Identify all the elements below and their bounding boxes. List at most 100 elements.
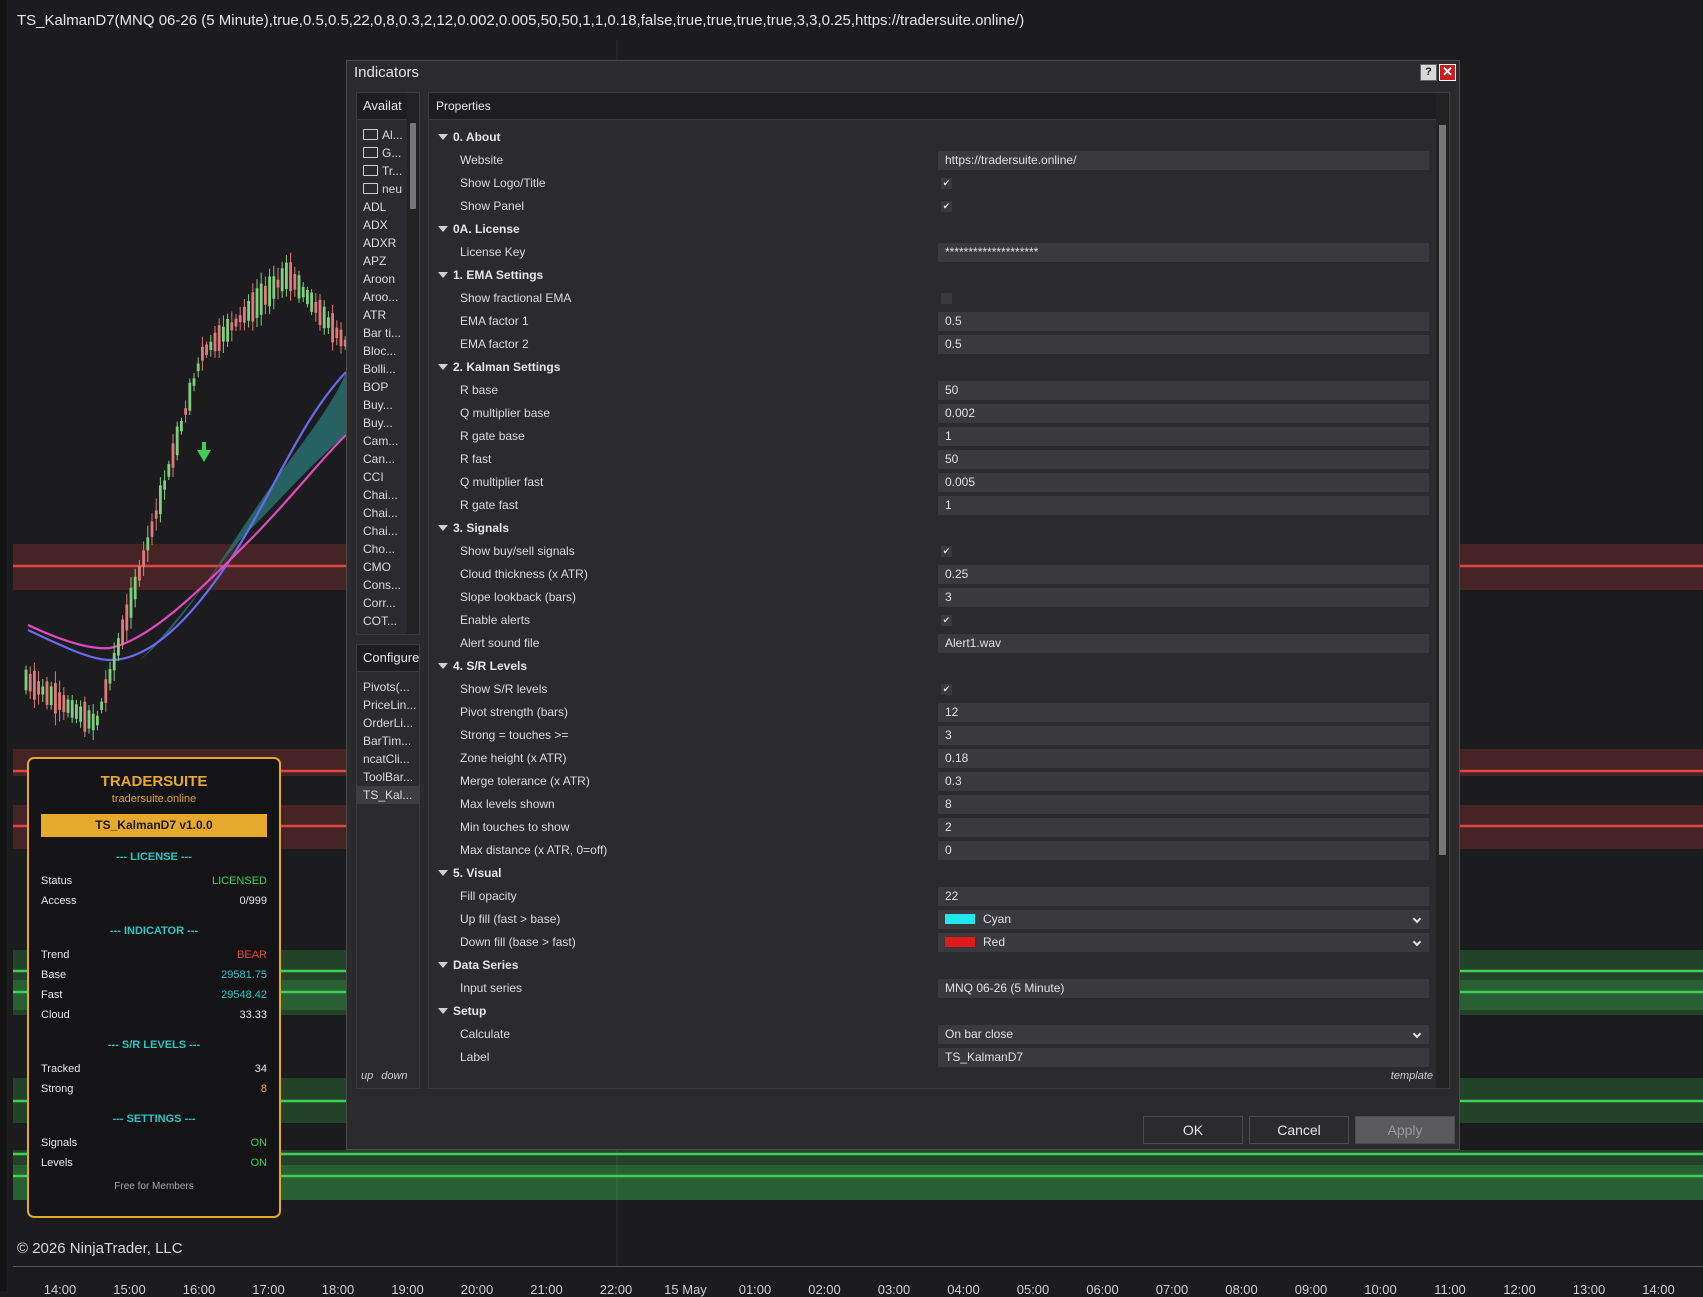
property-checkbox[interactable]: ✔: [941, 178, 952, 189]
move-down-button[interactable]: down: [381, 1070, 407, 1082]
property-input[interactable]: 1: [938, 427, 1429, 446]
available-indicator[interactable]: Bar ti...: [357, 324, 409, 342]
configured-indicator[interactable]: ncatCli...: [357, 750, 419, 768]
available-indicator[interactable]: COT...: [357, 612, 409, 630]
property-input[interactable]: 0.5: [938, 312, 1429, 331]
property-checkbox[interactable]: ✔: [941, 615, 952, 626]
expand-arrow-icon[interactable]: [438, 364, 448, 370]
property-input[interactable]: MNQ 06-26 (5 Minute): [938, 979, 1429, 998]
available-indicator[interactable]: Chai...: [357, 486, 409, 504]
property-dropdown[interactable]: On bar close: [938, 1025, 1429, 1044]
available-indicator[interactable]: Chai...: [357, 504, 409, 522]
available-indicator[interactable]: ADX: [357, 216, 409, 234]
property-input[interactable]: https://tradersuite.online/: [938, 151, 1429, 170]
property-input[interactable]: 0.002: [938, 404, 1429, 423]
available-indicator[interactable]: ADL: [357, 198, 409, 216]
configured-indicator[interactable]: Pivots(...: [357, 678, 419, 696]
expand-arrow-icon[interactable]: [438, 525, 448, 531]
help-button[interactable]: ?: [1420, 64, 1437, 81]
expand-arrow-icon[interactable]: [438, 272, 448, 278]
property-category[interactable]: 0. About: [429, 126, 1434, 149]
available-indicator[interactable]: BOP: [357, 378, 409, 396]
configured-indicator[interactable]: PriceLin...: [357, 696, 419, 714]
property-category[interactable]: 1. EMA Settings: [429, 264, 1434, 287]
property-dropdown[interactable]: Red: [938, 933, 1429, 952]
property-input[interactable]: 0.5: [938, 335, 1429, 354]
move-up-button[interactable]: up: [361, 1070, 373, 1082]
configured-indicator[interactable]: TS_Kal...: [357, 786, 419, 804]
available-folder[interactable]: neu: [357, 180, 409, 198]
available-indicator[interactable]: Aroo...: [357, 288, 409, 306]
available-indicator[interactable]: Cho...: [357, 540, 409, 558]
property-checkbox[interactable]: ✔: [941, 546, 952, 557]
available-indicator[interactable]: Cam...: [357, 432, 409, 450]
property-checkbox[interactable]: ✔: [941, 684, 952, 695]
property-input[interactable]: 50: [938, 381, 1429, 400]
property-category[interactable]: Setup: [429, 1000, 1434, 1023]
property-category[interactable]: Data Series: [429, 954, 1434, 977]
expand-arrow-icon[interactable]: [438, 870, 448, 876]
available-scroll-thumb[interactable]: [410, 123, 416, 209]
available-indicator[interactable]: Chai...: [357, 522, 409, 540]
available-indicator[interactable]: ADXR: [357, 234, 409, 252]
available-indicator[interactable]: CMO: [357, 558, 409, 576]
available-indicator[interactable]: Bolli...: [357, 360, 409, 378]
properties-scrollbar[interactable]: [1436, 93, 1449, 1088]
property-input[interactable]: ********************: [938, 243, 1429, 262]
apply-button[interactable]: Apply: [1355, 1116, 1455, 1144]
ok-button[interactable]: OK: [1143, 1116, 1243, 1144]
property-category[interactable]: 5. Visual: [429, 862, 1434, 885]
available-folder[interactable]: Tr...: [357, 162, 409, 180]
property-category[interactable]: 4. S/R Levels: [429, 655, 1434, 678]
expand-arrow-icon[interactable]: [438, 134, 448, 140]
property-category[interactable]: 2. Kalman Settings: [429, 356, 1434, 379]
property-input[interactable]: Alert1.wav: [938, 634, 1429, 653]
available-indicator[interactable]: Bloc...: [357, 342, 409, 360]
available-indicator[interactable]: Cons...: [357, 576, 409, 594]
close-icon[interactable]: ✕: [1439, 64, 1456, 81]
expand-arrow-icon[interactable]: [438, 1008, 448, 1014]
configured-indicator[interactable]: OrderLi...: [357, 714, 419, 732]
available-indicator[interactable]: Can...: [357, 450, 409, 468]
available-folder[interactable]: Al...: [357, 126, 409, 144]
property-input[interactable]: 12: [938, 703, 1429, 722]
property-input[interactable]: 0: [938, 841, 1429, 860]
property-input[interactable]: 0.3: [938, 772, 1429, 791]
dialog-titlebar[interactable]: Indicators ? ✕: [347, 61, 1459, 85]
available-indicator[interactable]: CCI: [357, 468, 409, 486]
available-indicator[interactable]: Aroon: [357, 270, 409, 288]
property-dropdown[interactable]: Cyan: [938, 910, 1429, 929]
property-input[interactable]: 3: [938, 588, 1429, 607]
available-folder[interactable]: G...: [357, 144, 409, 162]
property-input[interactable]: 1: [938, 496, 1429, 515]
property-input[interactable]: 50: [938, 450, 1429, 469]
available-indicator[interactable]: Buy...: [357, 414, 409, 432]
property-input[interactable]: 3: [938, 726, 1429, 745]
expand-arrow-icon[interactable]: [438, 663, 448, 669]
configured-indicator[interactable]: BarTim...: [357, 732, 419, 750]
available-indicator[interactable]: APZ: [357, 252, 409, 270]
configured-indicator[interactable]: ToolBar...: [357, 768, 419, 786]
property-checkbox[interactable]: ✔: [941, 201, 952, 212]
template-link[interactable]: template: [1391, 1070, 1433, 1082]
available-scrollbar[interactable]: [407, 93, 419, 634]
properties-scroll-thumb[interactable]: [1439, 125, 1446, 855]
expand-arrow-icon[interactable]: [438, 962, 448, 968]
property-label: Cloud thickness (x ATR): [460, 567, 588, 581]
time-axis[interactable]: 14:00 15:00 16:00 17:00 18:00 19:00 20:00 21:00…: [13, 1266, 1703, 1297]
property-input[interactable]: 0.18: [938, 749, 1429, 768]
cancel-button[interactable]: Cancel: [1249, 1116, 1349, 1144]
expand-arrow-icon[interactable]: [438, 226, 448, 232]
property-input[interactable]: 0.25: [938, 565, 1429, 584]
property-category[interactable]: 3. Signals: [429, 517, 1434, 540]
available-indicator[interactable]: Corr...: [357, 594, 409, 612]
property-category[interactable]: 0A. License: [429, 218, 1434, 241]
property-input[interactable]: 0.005: [938, 473, 1429, 492]
property-input[interactable]: 2: [938, 818, 1429, 837]
property-input[interactable]: 22: [938, 887, 1429, 906]
available-indicator[interactable]: Buy...: [357, 396, 409, 414]
property-input[interactable]: TS_KalmanD7: [938, 1048, 1429, 1067]
property-input[interactable]: 8: [938, 795, 1429, 814]
property-checkbox[interactable]: [941, 293, 952, 304]
available-indicator[interactable]: ATR: [357, 306, 409, 324]
